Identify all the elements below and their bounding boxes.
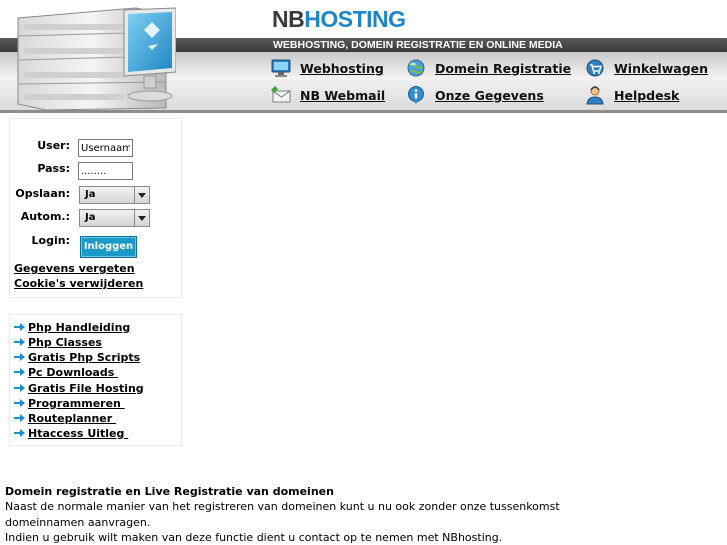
- pass-label: Pass:: [37, 162, 70, 175]
- content-line-2: domeinnamen aanvragen.: [5, 515, 151, 529]
- support-person-icon: [584, 85, 606, 105]
- arrow-right-icon: [14, 399, 25, 407]
- main-content: Domein registratie en Live Registratie v…: [5, 484, 705, 545]
- globe-icon: [405, 58, 427, 78]
- arrow-right-icon: [14, 323, 25, 331]
- nav-winkelwagen-label: Winkelwagen: [614, 60, 709, 76]
- opslaan-row: Opslaan: Ja: [10, 186, 181, 208]
- nav-winkelwagen[interactable]: Winkelwagen: [584, 57, 708, 79]
- content-line-3: Indien u gebruik wilt maken van deze fun…: [5, 530, 503, 544]
- server-illustration: [17, 7, 176, 111]
- logo-hosting: HOSTING: [304, 6, 406, 32]
- arrow-right-icon: [14, 429, 25, 437]
- link-pc-downloads[interactable]: Pc Downloads: [14, 365, 118, 379]
- autom-select[interactable]: Ja: [79, 209, 150, 227]
- monitor-icon: [270, 58, 292, 78]
- link-htaccess-uitleg[interactable]: Htaccess Uitleg: [14, 426, 128, 440]
- user-row: User:: [10, 139, 181, 161]
- arrow-right-icon: [14, 338, 25, 346]
- link-php-handleiding[interactable]: Php Handleiding: [14, 320, 130, 334]
- site-header: NBHOSTING WEBHOSTING, DOMEIN REGISTRATIE…: [0, 0, 727, 113]
- link-label: Gratis Php Scripts: [28, 350, 141, 364]
- autom-value: Ja: [85, 212, 96, 223]
- login-button[interactable]: Inloggen: [80, 236, 137, 258]
- login-panel: User: Pass: Opslaan: Ja Autom.: Ja Login…: [9, 118, 182, 298]
- autom-row: Autom.: Ja: [10, 209, 181, 231]
- chevron-down-icon: [134, 210, 149, 226]
- link-label: Pc Downloads: [28, 365, 119, 379]
- username-input[interactable]: [78, 139, 133, 157]
- arrow-right-icon: [14, 384, 25, 392]
- nav-onze-gegevens-label: Onze Gegevens: [435, 87, 544, 103]
- nav-helpdesk[interactable]: Helpdesk: [584, 84, 679, 106]
- links-panel: Php Handleiding Php Classes Gratis Php S…: [9, 314, 182, 446]
- link-php-classes[interactable]: Php Classes: [14, 335, 102, 349]
- cart-icon: [584, 58, 606, 78]
- arrow-right-icon: [14, 414, 25, 422]
- nav-webhosting-label: Webhosting: [300, 60, 384, 76]
- link-gratis-php-scripts[interactable]: Gratis Php Scripts: [14, 350, 140, 364]
- link-label: Programmeren: [28, 396, 125, 410]
- link-routeplanner[interactable]: Routeplanner: [14, 411, 116, 425]
- opslaan-label: Opslaan:: [15, 187, 70, 200]
- site-tagline: WEBHOSTING, DOMEIN REGISTRATIE EN ONLINE…: [273, 39, 563, 51]
- opslaan-select[interactable]: Ja: [79, 186, 150, 204]
- nav-domein-registratie[interactable]: Domein Registratie: [405, 57, 571, 79]
- nav-onze-gegevens[interactable]: Onze Gegevens: [405, 84, 544, 106]
- nav-webhosting[interactable]: Webhosting: [270, 57, 384, 79]
- logo-nb: NB: [272, 6, 305, 32]
- content-heading: Domein registratie en Live Registratie v…: [5, 485, 334, 498]
- nav-nb-webmail[interactable]: NB Webmail: [270, 84, 385, 106]
- link-label: Routeplanner: [28, 411, 117, 425]
- site-logo[interactable]: NBHOSTING: [272, 4, 406, 34]
- mail-icon: [270, 85, 292, 105]
- chevron-down-icon: [134, 187, 149, 203]
- link-label: Gratis File Hosting: [28, 381, 144, 395]
- autom-label: Autom.:: [20, 210, 70, 223]
- nav-nb-webmail-label: NB Webmail: [300, 87, 386, 103]
- arrow-right-icon: [14, 353, 25, 361]
- nav-helpdesk-label: Helpdesk: [614, 87, 680, 103]
- opslaan-value: Ja: [85, 189, 96, 200]
- link-label: Htaccess Uitleg: [28, 426, 129, 440]
- info-icon: [405, 85, 427, 105]
- link-label: Php Classes: [28, 335, 102, 349]
- delete-cookies-link[interactable]: Cookie's verwijderen: [14, 277, 143, 290]
- nav-domein-registratie-label: Domein Registratie: [435, 60, 572, 76]
- user-label: User:: [37, 139, 70, 152]
- link-programmeren[interactable]: Programmeren: [14, 396, 125, 410]
- password-input[interactable]: [78, 162, 133, 180]
- arrow-right-icon: [14, 368, 25, 376]
- link-gratis-file-hosting[interactable]: Gratis File Hosting: [14, 381, 144, 395]
- content-line-1: Naast de normale manier van het registre…: [5, 500, 560, 514]
- pass-row: Pass:: [10, 162, 181, 184]
- forgot-credentials-link[interactable]: Gegevens vergeten: [14, 262, 135, 275]
- link-label: Php Handleiding: [28, 320, 131, 334]
- login-label: Login:: [31, 234, 70, 247]
